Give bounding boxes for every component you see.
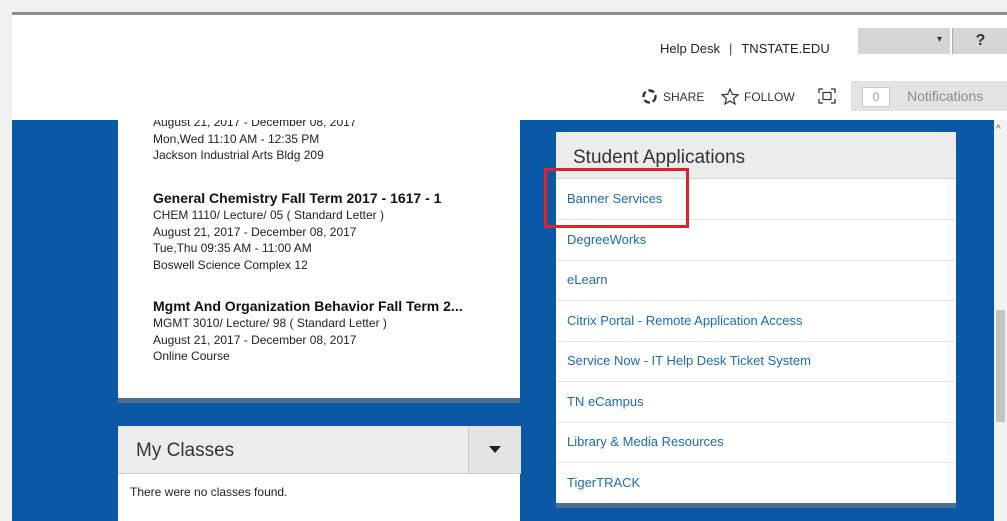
course-location: Online Course	[153, 349, 230, 363]
course-item[interactable]: General Chemistry Fall Term 2017 - 1617 …	[153, 189, 441, 273]
tigertrack-link[interactable]: TigerTRACK	[567, 475, 640, 490]
notifications-label: Notifications	[907, 88, 984, 104]
elearn-link[interactable]: eLearn	[567, 272, 607, 287]
app-list-item-service-now: Service Now - IT Help Desk Ticket System	[556, 341, 956, 382]
course-item[interactable]: August 21, 2017 - December 08, 2017 Mon,…	[153, 120, 356, 164]
citrix-portal-link[interactable]: Citrix Portal - Remote Application Acces…	[567, 313, 803, 328]
course-dates: August 21, 2017 - December 08, 2017	[153, 332, 357, 347]
fullscreen-action[interactable]	[818, 88, 841, 104]
chevron-down-icon: ▾	[936, 34, 942, 45]
degreeworks-link[interactable]: DegreeWorks	[567, 232, 646, 247]
scroll-up-arrow-icon[interactable]: ^	[996, 124, 1001, 135]
fullscreen-icon	[818, 88, 836, 104]
course-section: CHEM 1110/ Lecture/ 05 ( Standard Letter…	[153, 208, 385, 222]
scrollbar-thumb[interactable]	[996, 310, 1005, 422]
my-classes-panel: My Classes There were no classes found.	[118, 426, 521, 521]
course-section: MGMT 3010/ Lecture/ 98 ( Standard Letter…	[153, 316, 387, 330]
user-menu-dropdown[interactable]: ▾	[858, 28, 950, 54]
course-dates: August 21, 2017 - December 08, 2017	[153, 224, 357, 239]
notifications-button[interactable]: 0 Notifications	[851, 81, 1007, 111]
notifications-count: 0	[862, 87, 890, 107]
course-location: Boswell Science Complex 12	[153, 257, 308, 272]
library-media-link[interactable]: Library & Media Resources	[567, 434, 724, 449]
course-location: Jackson Industrial Arts Bldg 209	[153, 148, 324, 162]
app-list-item-library: Library & Media Resources	[556, 422, 956, 463]
app-list-item-tn-ecampus: TN eCampus	[556, 382, 956, 423]
app-list-item-elearn: eLearn	[556, 260, 956, 301]
follow-action[interactable]: FOLLOW	[721, 88, 795, 105]
course-title[interactable]: General Chemistry Fall Term 2017 - 1617 …	[153, 189, 441, 207]
chevron-down-icon	[489, 446, 501, 453]
share-label: SHARE	[663, 89, 705, 104]
tnstate-link[interactable]: TNSTATE.EDU	[741, 41, 829, 56]
my-classes-dropdown-button[interactable]	[468, 426, 521, 474]
my-classes-empty-message: There were no classes found.	[130, 485, 288, 499]
left-border	[0, 0, 12, 521]
help-button[interactable]: ?	[952, 28, 1007, 54]
share-action[interactable]: SHARE	[641, 88, 704, 105]
student-applications-title: Student Applications	[573, 147, 746, 168]
course-dates: August 21, 2017 - December 08, 2017	[153, 120, 357, 129]
my-classes-header: My Classes	[118, 426, 468, 474]
top-links-separator: |	[728, 41, 733, 56]
help-desk-link[interactable]: Help Desk	[660, 41, 720, 56]
page-scrollbar[interactable]: ^	[994, 120, 1007, 521]
screenshot-frame: Help Desk | TNSTATE.EDU ▾ ? SHARE FOLLOW 0…	[0, 0, 1007, 521]
app-list-item-citrix-portal: Citrix Portal - Remote Application Acces…	[556, 301, 956, 342]
course-schedule: Tue,Thu 09:35 AM - 11:00 AM	[153, 241, 312, 255]
course-item[interactable]: Mgmt And Organization Behavior Fall Term…	[153, 297, 463, 365]
banner-services-highlight-box	[544, 168, 689, 228]
top-links: Help Desk | TNSTATE.EDU	[660, 41, 830, 56]
tn-ecampus-link[interactable]: TN eCampus	[567, 394, 644, 409]
app-list-item-tigertrack: TigerTRACK	[556, 463, 956, 503]
share-icon	[642, 89, 657, 104]
top-border	[0, 0, 1007, 12]
course-title[interactable]: Mgmt And Organization Behavior Fall Term…	[153, 297, 463, 315]
my-classes-title: My Classes	[136, 440, 235, 461]
courses-panel: August 21, 2017 - December 08, 2017 Mon,…	[118, 120, 520, 403]
star-icon	[721, 88, 739, 105]
course-schedule: Mon,Wed 11:10 AM - 12:35 PM	[153, 131, 320, 146]
follow-label: FOLLOW	[744, 89, 795, 104]
service-now-link[interactable]: Service Now - IT Help Desk Ticket System	[567, 353, 811, 368]
